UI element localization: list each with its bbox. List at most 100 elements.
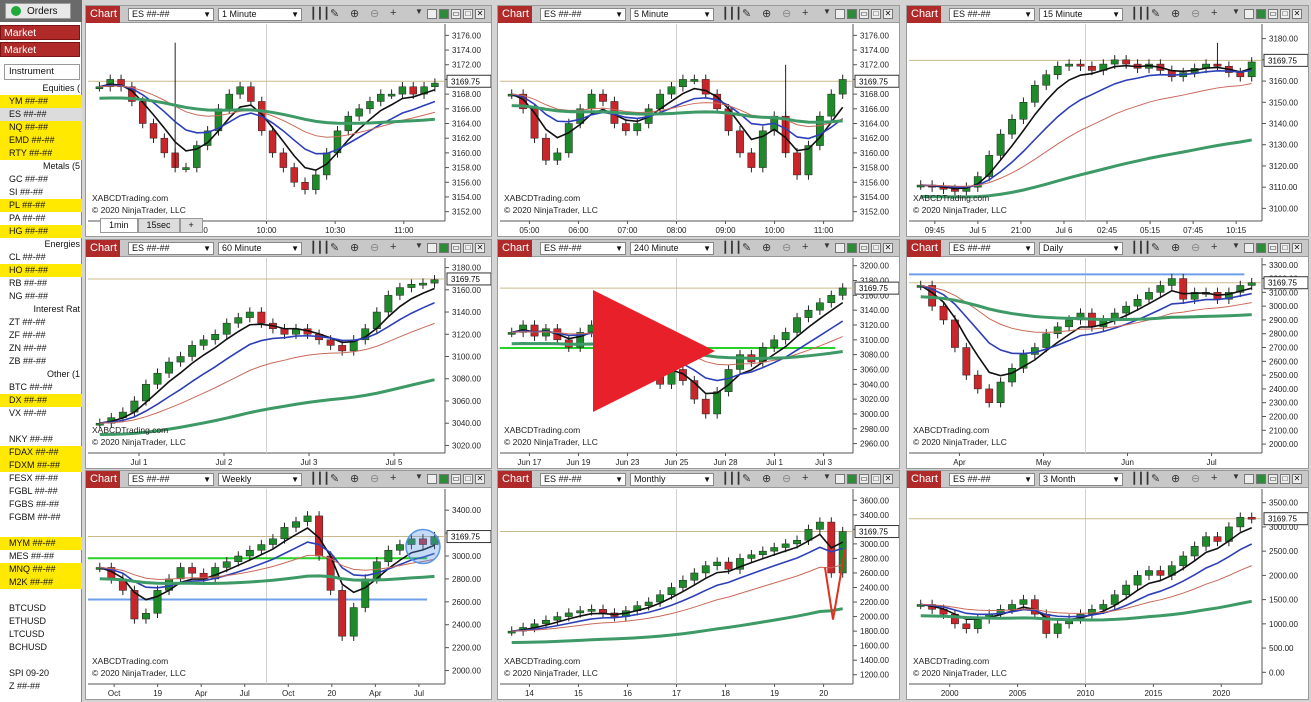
instrument-row[interactable]: PL ##-## (0, 199, 82, 212)
instrument-row[interactable]: Z ##-## (0, 680, 82, 693)
crosshair-icon[interactable]: + (390, 7, 396, 19)
instrument-row[interactable]: FGBS ##-## (0, 498, 82, 511)
close-button[interactable]: ✕ (475, 474, 485, 484)
instrument-selector[interactable]: ES ##-## ▼ (128, 8, 214, 21)
color-button[interactable] (847, 474, 857, 484)
maximize-button[interactable]: □ (1280, 474, 1290, 484)
color-button[interactable] (439, 9, 449, 19)
maximize-button[interactable]: □ (463, 474, 473, 484)
bar-style-icon[interactable]: ┃┃┃ (310, 7, 330, 20)
instrument-selector[interactable]: ES ##-## ▼ (949, 242, 1035, 255)
chart-plot-area[interactable]: 3600.003400.003200.003000.002800.002600.… (500, 489, 899, 699)
period-selector[interactable]: 1 Minute ▼ (218, 8, 302, 21)
dropdown-icon[interactable]: ▼ (823, 7, 831, 16)
drawing-tool-icon[interactable]: ✎ (1151, 7, 1160, 20)
maximize-button[interactable]: □ (1280, 9, 1290, 19)
instrument-row[interactable]: FDAX ##-## (0, 446, 82, 459)
market-analyzer-button-2[interactable]: Market Analyzer (0, 42, 80, 71)
zoom-out-icon[interactable]: ⊖ (370, 472, 379, 485)
zoom-in-icon[interactable]: ⊕ (1171, 241, 1180, 254)
instrument-row[interactable]: FGBM ##-## (0, 511, 82, 524)
crosshair-icon[interactable]: + (802, 7, 808, 19)
instrument-row[interactable]: LTCUSD (0, 628, 82, 641)
instrument-selector[interactable]: ES ##-## ▼ (128, 473, 214, 486)
zoom-out-icon[interactable]: ⊖ (370, 7, 379, 20)
zoom-in-icon[interactable]: ⊕ (350, 472, 359, 485)
instrument-row[interactable]: SI ##-## (0, 186, 82, 199)
zoom-out-icon[interactable]: ⊖ (782, 7, 791, 20)
drawing-tool-icon[interactable]: ✎ (1151, 241, 1160, 254)
restore-button[interactable]: ▭ (451, 243, 461, 253)
minimize-button[interactable] (835, 243, 845, 253)
instrument-row[interactable]: RB ##-## (0, 277, 82, 290)
instrument-row[interactable]: RTY ##-## (0, 147, 82, 160)
zoom-in-icon[interactable]: ⊕ (1171, 7, 1180, 20)
drawing-tool-icon[interactable]: ✎ (742, 241, 751, 254)
crosshair-icon[interactable]: + (1211, 7, 1217, 19)
crosshair-icon[interactable]: + (802, 241, 808, 253)
instrument-row[interactable]: BTC ##-## (0, 381, 82, 394)
zoom-out-icon[interactable]: ⊖ (1191, 7, 1200, 20)
instrument-category[interactable]: Equities ( (0, 82, 82, 95)
instrument-row[interactable]: BCHUSD (0, 641, 82, 654)
instrument-category[interactable]: Other (1 (0, 368, 82, 381)
chart-label[interactable]: Chart (907, 240, 941, 257)
maximize-button[interactable]: □ (463, 9, 473, 19)
chart-plot-area[interactable]: 3500.00 3000.00 2500.00 2000.00 1500.00 1000.… (909, 489, 1308, 699)
video-play-icon[interactable] (593, 290, 718, 415)
bar-style-icon[interactable]: ┃┃┃ (1131, 241, 1151, 254)
instrument-row[interactable]: ZB ##-## (0, 355, 82, 368)
instrument-row[interactable]: GC ##-## (0, 173, 82, 186)
chart-plot-area[interactable]: 3180.00 3160.00 3140.00 3120.00 3100.00 3080.… (88, 258, 491, 468)
color-button[interactable] (439, 243, 449, 253)
chart-plot-area[interactable]: 3180.003170.003160.003150.003140.003130.… (909, 24, 1308, 236)
color-button[interactable] (1256, 243, 1266, 253)
chart-panel[interactable]: Chart ES ##-## ▼ 3 Month ▼ ┃┃┃ ✎ ⊕ ⊖ + ▼ ▭… (906, 470, 1309, 700)
zoom-out-icon[interactable]: ⊖ (370, 241, 379, 254)
crosshair-icon[interactable]: + (802, 472, 808, 484)
zoom-in-icon[interactable]: ⊕ (350, 241, 359, 254)
bar-style-icon[interactable]: ┃┃┃ (722, 7, 742, 20)
chart-label[interactable]: Chart (86, 471, 120, 488)
bar-style-icon[interactable]: ┃┃┃ (310, 472, 330, 485)
close-button[interactable]: ✕ (883, 474, 893, 484)
instrument-selector[interactable]: ES ##-## ▼ (949, 8, 1035, 21)
instrument-row[interactable]: PA ##-## (0, 212, 82, 225)
period-selector[interactable]: Weekly ▼ (218, 473, 302, 486)
minimize-button[interactable] (1244, 474, 1254, 484)
close-button[interactable]: ✕ (1292, 243, 1302, 253)
instrument-row[interactable]: NQ ##-## (0, 121, 82, 134)
drawing-tool-icon[interactable]: ✎ (330, 7, 339, 20)
minimize-button[interactable] (835, 9, 845, 19)
instrument-selector[interactable]: ES ##-## ▼ (540, 473, 626, 486)
restore-button[interactable]: ▭ (1268, 9, 1278, 19)
instrument-row[interactable]: ZF ##-## (0, 329, 82, 342)
maximize-button[interactable]: □ (871, 474, 881, 484)
instrument-row[interactable]: FESX ##-## (0, 472, 82, 485)
instrument-row[interactable]: ZT ##-## (0, 316, 82, 329)
chart-plot-area[interactable]: 3176.003174.003172.003170.003168.003166.… (88, 24, 491, 236)
color-button[interactable] (1256, 9, 1266, 19)
drawing-tool-icon[interactable]: ✎ (330, 241, 339, 254)
color-button[interactable] (847, 9, 857, 19)
chart-label[interactable]: Chart (498, 240, 532, 257)
orders-button[interactable]: Orders (5, 3, 71, 19)
chart-panel[interactable]: Chart ES ##-## ▼ Daily ▼ ┃┃┃ ✎ ⊕ ⊖ + ▼ ▭ □… (906, 239, 1309, 469)
maximize-button[interactable]: □ (463, 243, 473, 253)
instrument-row[interactable]: ETHUSD (0, 615, 82, 628)
dropdown-icon[interactable]: ▼ (1232, 7, 1240, 16)
chart-panel[interactable]: Chart ES ##-## ▼ 5 Minute ▼ ┃┃┃ ✎ ⊕ ⊖ + ▼ … (497, 5, 900, 237)
dropdown-icon[interactable]: ▼ (823, 241, 831, 250)
instrument-row[interactable]: BTCUSD (0, 602, 82, 615)
crosshair-icon[interactable]: + (1211, 472, 1217, 484)
chart-panel[interactable]: Chart ES ##-## ▼ 60 Minute ▼ ┃┃┃ ✎ ⊕ ⊖ + ▼… (85, 239, 492, 469)
bar-style-icon[interactable]: ┃┃┃ (310, 241, 330, 254)
color-button[interactable] (847, 243, 857, 253)
period-selector[interactable]: 240 Minute ▼ (630, 242, 714, 255)
chart-label[interactable]: Chart (86, 6, 120, 23)
instrument-row[interactable]: YM ##-## (0, 95, 82, 108)
chart-plot-area[interactable]: 3176.003174.003172.003170.003168.003166.… (500, 24, 899, 236)
chart-panel[interactable]: Chart ES ##-## ▼ Monthly ▼ ┃┃┃ ✎ ⊕ ⊖ + ▼ ▭… (497, 470, 900, 700)
chart-panel[interactable]: Chart ES ##-## ▼ 1 Minute ▼ ┃┃┃ ✎ ⊕ ⊖ + ▼ … (85, 5, 492, 237)
instrument-selector[interactable]: ES ##-## ▼ (540, 242, 626, 255)
